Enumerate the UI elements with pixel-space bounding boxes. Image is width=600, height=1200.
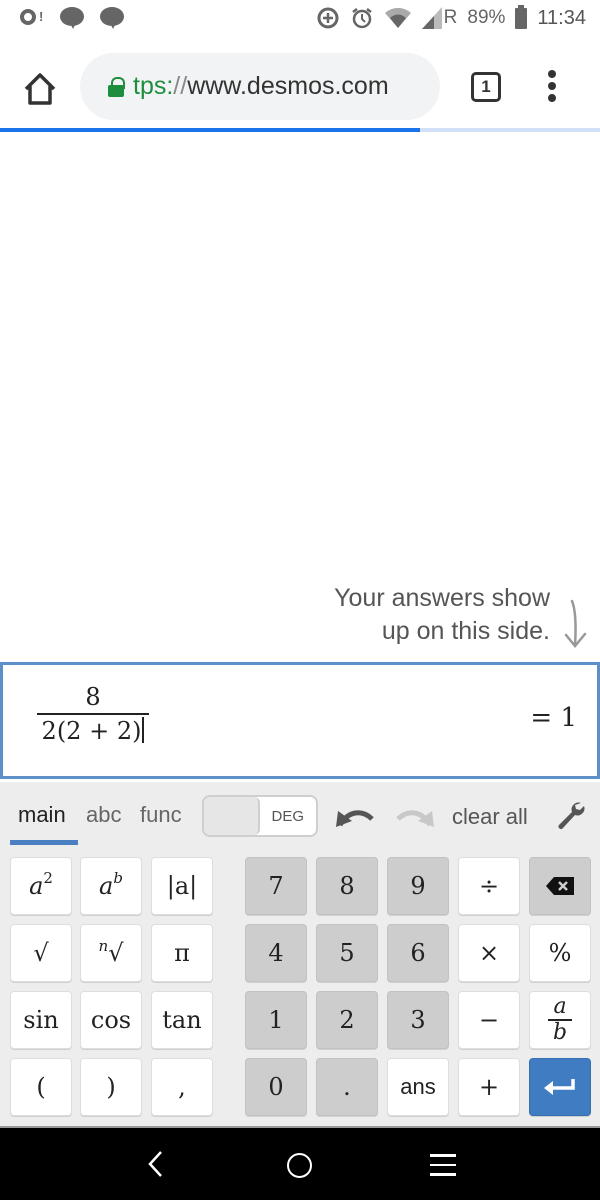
key-2[interactable]: 2 <box>316 991 378 1049</box>
tab-switcher-button[interactable]: 1 <box>471 72 501 102</box>
tab-main[interactable]: main <box>18 802 66 828</box>
toggle-knob <box>204 797 260 835</box>
key-fraction[interactable]: ab <box>529 991 591 1049</box>
wrench-icon[interactable] <box>555 800 585 830</box>
tiktok-notification-icon: ! <box>18 7 44 29</box>
key-minus[interactable]: − <box>458 991 520 1049</box>
down-arrow-icon <box>564 599 587 648</box>
denominator: 2(2 + 2) <box>37 715 149 745</box>
text-cursor <box>142 717 145 743</box>
frac-num: a <box>553 994 567 1019</box>
denominator-text: 2(2 + 2) <box>41 717 142 745</box>
key-sin[interactable]: sin <box>10 991 72 1049</box>
status-bar: ! R 89% 11:34 <box>0 0 600 40</box>
key-exp: 2 <box>43 869 53 887</box>
graph-area[interactable]: Your answers show up on this side. <box>0 134 600 662</box>
url-text[interactable]: tps://www.desmos.com <box>133 72 389 101</box>
fraction-icon: ab <box>548 996 572 1044</box>
root-index: n <box>98 937 109 955</box>
recents-icon[interactable] <box>430 1154 456 1178</box>
key-7[interactable]: 7 <box>245 857 307 915</box>
key-nth-root[interactable]: n √ <box>80 924 142 982</box>
key-backspace[interactable] <box>529 857 591 915</box>
lock-icon <box>108 76 125 97</box>
key-8[interactable]: 8 <box>316 857 378 915</box>
url-scheme: tps: <box>133 72 174 100</box>
key-left-paren[interactable]: ( <box>10 1058 72 1116</box>
battery-percent: 89% <box>467 7 506 28</box>
key-plus[interactable]: + <box>458 1058 520 1116</box>
keypad: main abc func DEG clear all a2 ab |a| 7 … <box>0 782 600 1126</box>
key-9[interactable]: 9 <box>387 857 449 915</box>
angle-mode-toggle[interactable]: DEG <box>202 795 318 837</box>
url-host: www.desmos.com <box>187 72 389 100</box>
message-bubble-icon <box>60 7 84 29</box>
page-load-progress <box>0 128 600 132</box>
expression-result: = 1 <box>530 703 577 733</box>
progress-fill <box>0 128 420 132</box>
key-comma[interactable]: , <box>151 1058 213 1116</box>
android-nav-bar <box>0 1126 600 1200</box>
root-symbol: √ <box>108 939 124 967</box>
tab-abc[interactable]: abc <box>86 802 121 828</box>
undo-icon[interactable] <box>336 803 376 829</box>
key-1[interactable]: 1 <box>245 991 307 1049</box>
answers-hint: Your answers show up on this side. <box>334 582 550 648</box>
frac-den: b <box>552 1020 568 1045</box>
message-bubble-icon <box>100 7 124 29</box>
key-abs[interactable]: |a| <box>151 857 213 915</box>
key-percent[interactable]: % <box>529 924 591 982</box>
key-sqrt[interactable]: √ <box>10 924 72 982</box>
key-0[interactable]: 0 <box>245 1058 307 1116</box>
key-tan[interactable]: tan <box>151 991 213 1049</box>
key-divide[interactable]: ÷ <box>458 857 520 915</box>
url-bar[interactable]: tps://www.desmos.com <box>80 53 440 120</box>
alarm-icon <box>351 8 372 29</box>
key-times[interactable]: × <box>458 924 520 982</box>
data-saver-icon <box>317 7 339 29</box>
key-pi[interactable]: π <box>151 924 213 982</box>
home-circle-icon[interactable] <box>287 1153 312 1178</box>
key-a-squared[interactable]: a2 <box>10 857 72 915</box>
deg-label: DEG <box>271 808 304 825</box>
key-a-power-b[interactable]: ab <box>80 857 142 915</box>
numerator: 8 <box>85 683 101 711</box>
back-icon[interactable] <box>146 1148 166 1180</box>
clear-all-button[interactable]: clear all <box>452 804 528 830</box>
browser-toolbar: tps://www.desmos.com 1 <box>0 40 600 132</box>
expression-input[interactable]: 8 2(2 + 2) = 1 <box>0 662 600 779</box>
key-5[interactable]: 5 <box>316 924 378 982</box>
key-base: a <box>99 872 114 900</box>
more-menu-icon[interactable] <box>546 70 558 104</box>
clock: 11:34 <box>537 6 586 29</box>
key-ans[interactable]: ans <box>387 1058 449 1116</box>
key-6[interactable]: 6 <box>387 924 449 982</box>
key-cos[interactable]: cos <box>80 991 142 1049</box>
key-base: a <box>29 872 44 900</box>
wifi-icon <box>384 7 411 28</box>
key-right-paren[interactable]: ) <box>80 1058 142 1116</box>
backspace-icon <box>546 877 574 895</box>
battery-icon <box>515 4 528 29</box>
roaming-indicator: R <box>443 7 458 28</box>
redo-icon[interactable] <box>394 803 434 829</box>
enter-icon <box>544 1079 575 1095</box>
key-enter[interactable] <box>529 1058 591 1116</box>
tab-func[interactable]: func <box>140 802 182 828</box>
active-tab-indicator <box>10 840 78 845</box>
key-exp: b <box>113 869 123 887</box>
url-separator: // <box>173 72 188 100</box>
fraction: 8 2(2 + 2) <box>37 683 149 745</box>
hint-line-2: up on this side. <box>381 617 550 645</box>
key-3[interactable]: 3 <box>387 991 449 1049</box>
keypad-header: main abc func DEG clear all <box>0 782 600 848</box>
home-icon[interactable] <box>22 72 58 106</box>
key-decimal[interactable]: . <box>316 1058 378 1116</box>
signal-icon <box>421 7 442 29</box>
key-4[interactable]: 4 <box>245 924 307 982</box>
hint-line-1: Your answers show <box>334 584 550 612</box>
